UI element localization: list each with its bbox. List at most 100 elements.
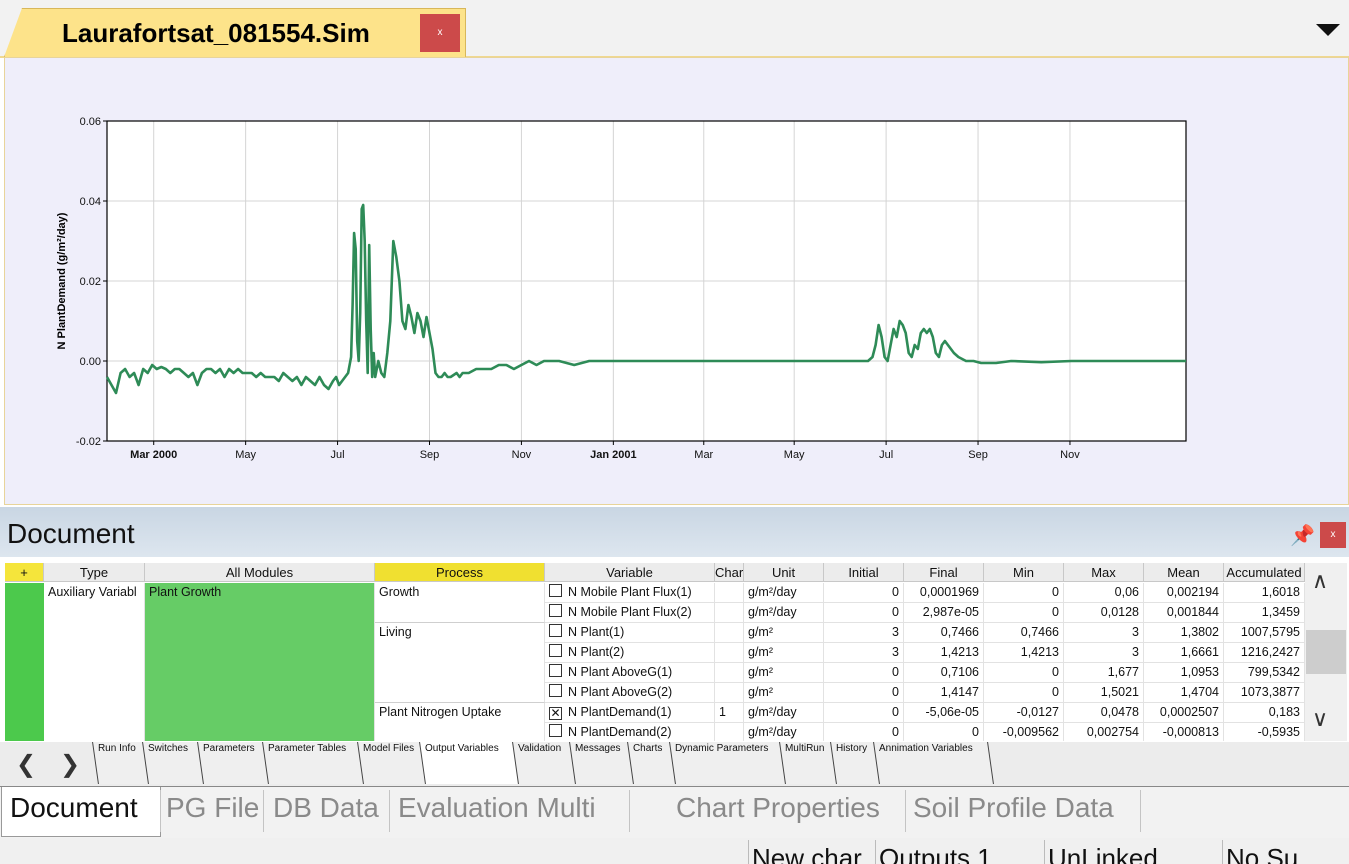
document-panel-close-button[interactable]: x [1320, 522, 1346, 548]
variable-cell[interactable]: N Mobile Plant Flux(2) [545, 603, 715, 623]
tab-close-button[interactable]: x [420, 14, 460, 52]
column-header-type[interactable]: Type [44, 563, 145, 582]
column-header-mean[interactable]: Mean [1144, 563, 1224, 582]
process-cell[interactable]: Plant Nitrogen Uptake [375, 703, 545, 741]
chevron-left-icon[interactable]: ❮ [16, 750, 36, 779]
pin-icon[interactable]: 📌 [1290, 523, 1315, 548]
char-cell[interactable] [715, 603, 744, 623]
accumulated-cell[interactable]: 1216,2427 [1224, 643, 1305, 663]
subtab-annimation-variables[interactable]: Annimation Variables [873, 742, 994, 784]
scroll-down-icon[interactable]: ∨ [1312, 706, 1328, 732]
bottom-tab-soil-profile-data[interactable]: Soil Profile Data [913, 792, 1114, 824]
initial-cell[interactable]: 0 [824, 603, 904, 623]
final-cell[interactable]: 2,987e-05 [904, 603, 984, 623]
variable-cell[interactable]: N Plant AboveG(2) [545, 683, 715, 703]
initial-cell[interactable]: 3 [824, 643, 904, 663]
mean-cell[interactable]: -0,000813 [1144, 723, 1224, 741]
subtab-validation[interactable]: Validation [512, 742, 577, 784]
char-cell[interactable] [715, 663, 744, 683]
checkbox[interactable] [549, 584, 562, 597]
subtab-output-variables[interactable]: Output Variables [419, 742, 520, 784]
tab-list-dropdown-icon[interactable] [1316, 24, 1340, 36]
subtab-parameter-tables[interactable]: Parameter Tables [262, 742, 365, 784]
max-cell[interactable]: 0,06 [1064, 583, 1144, 603]
char-cell[interactable]: 1 [715, 703, 744, 723]
mean-cell[interactable]: 0,0002507 [1144, 703, 1224, 723]
max-cell[interactable]: 3 [1064, 623, 1144, 643]
initial-cell[interactable]: 0 [824, 703, 904, 723]
process-cell[interactable]: Living [375, 623, 545, 703]
initial-cell[interactable]: 0 [824, 723, 904, 741]
mean-cell[interactable]: 1,4704 [1144, 683, 1224, 703]
variable-cell[interactable]: N PlantDemand(2) [545, 723, 715, 741]
chevron-right-icon[interactable]: ❯ [60, 750, 80, 779]
column-header-process[interactable]: Process [375, 563, 545, 582]
accumulated-cell[interactable]: 1,3459 [1224, 603, 1305, 623]
initial-cell[interactable]: 0 [824, 663, 904, 683]
final-cell[interactable]: 1,4213 [904, 643, 984, 663]
mean-cell[interactable]: 1,6661 [1144, 643, 1224, 663]
final-cell[interactable]: 0,7106 [904, 663, 984, 683]
subtab-switches[interactable]: Switches [142, 742, 205, 784]
checkbox-checked[interactable]: ✕ [549, 707, 562, 720]
subtab-model-files[interactable]: Model Files [357, 742, 427, 784]
column-header-min[interactable]: Min [984, 563, 1064, 582]
accumulated-cell[interactable]: 799,5342 [1224, 663, 1305, 683]
max-cell[interactable]: 1,5021 [1064, 683, 1144, 703]
min-cell[interactable]: 1,4213 [984, 643, 1064, 663]
checkbox[interactable] [549, 664, 562, 677]
char-cell[interactable] [715, 683, 744, 703]
bottom-tab-pg-file[interactable]: PG File [166, 792, 259, 824]
accumulated-cell[interactable]: 1007,5795 [1224, 623, 1305, 643]
min-cell[interactable]: 0 [984, 583, 1064, 603]
column-header-initial[interactable]: Initial [824, 563, 904, 582]
variable-cell[interactable]: N Plant(2) [545, 643, 715, 663]
unit-cell[interactable]: g/m²/day [744, 703, 824, 723]
initial-cell[interactable]: 3 [824, 623, 904, 643]
subtab-run-info[interactable]: Run Info [92, 742, 150, 784]
accumulated-cell[interactable]: 0,183 [1224, 703, 1305, 723]
final-cell[interactable]: -5,06e-05 [904, 703, 984, 723]
accumulated-cell[interactable]: 1,6018 [1224, 583, 1305, 603]
variable-cell[interactable]: N Mobile Plant Flux(1) [545, 583, 715, 603]
unit-cell[interactable]: g/m² [744, 623, 824, 643]
initial-cell[interactable]: 0 [824, 583, 904, 603]
bottom-tab-chart-properties[interactable]: Chart Properties [676, 792, 880, 824]
final-cell[interactable]: 0,7466 [904, 623, 984, 643]
column-header-accumulated[interactable]: Accumulated [1224, 563, 1305, 582]
max-cell[interactable]: 0,0128 [1064, 603, 1144, 623]
min-cell[interactable]: 0,7466 [984, 623, 1064, 643]
char-cell[interactable] [715, 623, 744, 643]
column-header-final[interactable]: Final [904, 563, 984, 582]
min-cell[interactable]: -0,0127 [984, 703, 1064, 723]
max-cell[interactable]: 0,0478 [1064, 703, 1144, 723]
variable-cell[interactable]: ✕ N PlantDemand(1) [545, 703, 715, 723]
unit-cell[interactable]: g/m² [744, 683, 824, 703]
mean-cell[interactable]: 0,002194 [1144, 583, 1224, 603]
bottom-tab-db-data[interactable]: DB Data [273, 792, 379, 824]
column-header-variable[interactable]: Variable [545, 563, 715, 582]
subtab-dynamic-parameters[interactable]: Dynamic Parameters [669, 742, 787, 784]
unit-cell[interactable]: g/m² [744, 643, 824, 663]
unit-cell[interactable]: g/m²/day [744, 723, 824, 741]
process-cell[interactable]: Growth [375, 583, 545, 623]
final-cell[interactable]: 0 [904, 723, 984, 741]
final-cell[interactable]: 0,0001969 [904, 583, 984, 603]
bottom-tab-document[interactable]: Document [10, 792, 138, 824]
checkbox[interactable] [549, 684, 562, 697]
column-header-max[interactable]: Max [1064, 563, 1144, 582]
mean-cell[interactable]: 1,3802 [1144, 623, 1224, 643]
module-cell[interactable]: Plant Growth [145, 583, 375, 741]
checkbox[interactable] [549, 644, 562, 657]
checkbox[interactable] [549, 604, 562, 617]
column-header-all-modules[interactable]: All Modules [145, 563, 375, 582]
checkbox[interactable] [549, 624, 562, 637]
document-tab-title[interactable]: Laurafortsat_081554.Sim [62, 18, 370, 49]
subtab-parameters[interactable]: Parameters [197, 742, 270, 784]
char-cell[interactable] [715, 723, 744, 741]
unit-cell[interactable]: g/m²/day [744, 583, 824, 603]
initial-cell[interactable]: 0 [824, 683, 904, 703]
scroll-thumb[interactable] [1306, 630, 1346, 674]
final-cell[interactable]: 1,4147 [904, 683, 984, 703]
bottom-tab-evaluation-multi[interactable]: Evaluation Multi [398, 792, 596, 824]
